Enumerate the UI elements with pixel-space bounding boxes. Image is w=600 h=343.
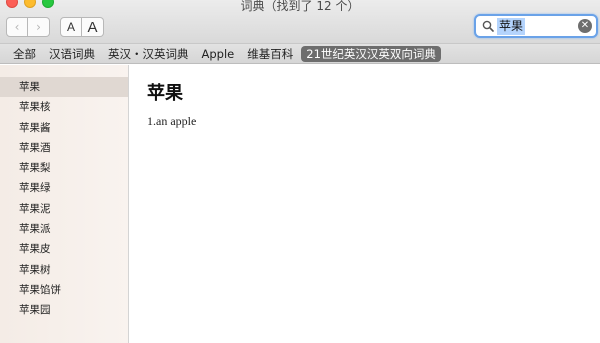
chevron-left-icon: ‹ [14, 20, 20, 34]
sidebar-result-item[interactable]: 苹果绿 [0, 178, 128, 198]
sidebar-result-item[interactable]: 苹果酱 [0, 118, 128, 138]
results-sidebar: 苹果 苹果核 苹果酱 苹果酒 苹果梨 苹果绿 苹果泥 苹果派 苹果皮 苹果树 苹果馅饼 苹果园 [0, 65, 129, 343]
entry-headword: 苹果 [147, 83, 183, 104]
search-field[interactable]: 苹果 ✕ [474, 14, 598, 38]
tab-dictionary[interactable]: Apple [197, 46, 240, 62]
back-button[interactable]: ‹ [6, 17, 28, 37]
sidebar-result-item[interactable]: 苹果泥 [0, 199, 128, 219]
sidebar-result-item[interactable]: 苹果派 [0, 219, 128, 239]
entry-definition: 1.an apple [147, 114, 197, 128]
search-input[interactable]: 苹果 [497, 18, 526, 35]
chevron-right-icon: › [36, 20, 41, 34]
sidebar-result-item[interactable]: 苹果核 [0, 97, 128, 117]
tab-dictionary[interactable]: 全部 [8, 46, 41, 62]
history-navigation: ‹ › [6, 17, 50, 37]
increase-font-button[interactable]: A [82, 17, 104, 37]
dictionary-tabs: 全部 汉语词典 英汉・汉英词典 Apple 维基百科 21世纪英汉汉英双向词典 [0, 44, 600, 64]
sidebar-result-item[interactable]: 苹果梨 [0, 158, 128, 178]
sidebar-result-item[interactable]: 苹果馅饼 [0, 280, 128, 300]
sidebar-result-item[interactable]: 苹果皮 [0, 239, 128, 259]
window-title: 词典（找到了 12 个） [240, 0, 360, 13]
tab-dictionary[interactable]: 维基百科 [242, 46, 298, 62]
clear-icon[interactable]: ✕ [578, 19, 592, 33]
sidebar-result-item[interactable]: 苹果酒 [0, 138, 128, 158]
sidebar-result-item[interactable]: 苹果园 [0, 300, 128, 320]
title-bar: 词典（找到了 12 个） ‹ › A A 苹果 ✕ [0, 0, 600, 44]
decrease-font-button[interactable]: A [60, 17, 82, 37]
tab-dictionary[interactable]: 汉语词典 [44, 46, 100, 62]
search-icon [482, 20, 494, 32]
forward-button[interactable]: › [28, 17, 50, 37]
font-size-controls: A A [60, 17, 104, 37]
sidebar-result-item[interactable]: 苹果 [0, 77, 128, 98]
sidebar-result-item[interactable]: 苹果树 [0, 260, 128, 280]
tab-dictionary[interactable]: 英汉・汉英词典 [103, 46, 194, 62]
entry-content: 苹果 1.an apple [130, 65, 600, 343]
tab-dictionary[interactable]: 21世纪英汉汉英双向词典 [301, 45, 441, 62]
